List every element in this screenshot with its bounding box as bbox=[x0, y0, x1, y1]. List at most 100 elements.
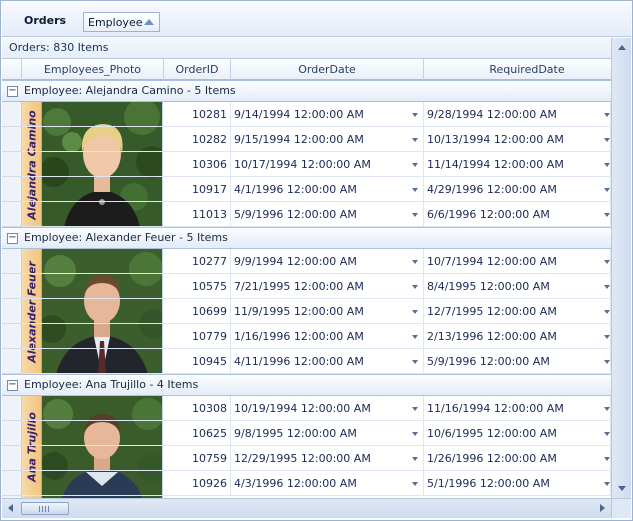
required-date-cell[interactable]: 11/14/1994 12:00:00 AM bbox=[424, 152, 611, 177]
required-date-cell[interactable]: 6/6/1996 12:00:00 AM bbox=[424, 202, 611, 227]
order-id-cell[interactable]: 10308 bbox=[164, 396, 231, 421]
order-id-cell[interactable]: 10759 bbox=[164, 446, 231, 471]
required-date-cell[interactable]: 10/13/1994 12:00:00 AM bbox=[424, 127, 611, 152]
row-selector[interactable] bbox=[2, 102, 22, 127]
required-date-cell[interactable]: 10/6/1995 12:00:00 AM bbox=[424, 421, 611, 446]
dropdown-arrow-icon[interactable] bbox=[412, 482, 418, 486]
group-row-alexander-feuer[interactable]: − Employee: Alexander Feuer - 5 Items bbox=[2, 227, 611, 249]
order-date-cell[interactable]: 4/1/1996 12:00:00 AM bbox=[231, 177, 424, 202]
order-date-cell[interactable]: 9/8/1995 12:00:00 AM bbox=[231, 421, 424, 446]
group-by-employee-chip[interactable]: Employee bbox=[83, 12, 160, 32]
dropdown-arrow-icon[interactable] bbox=[412, 432, 418, 436]
dropdown-arrow-icon[interactable] bbox=[604, 260, 610, 264]
table-row[interactable]: 10759 12/29/1995 12:00:00 AM 1/26/1996 1… bbox=[2, 446, 611, 471]
row-selector[interactable] bbox=[2, 471, 22, 496]
row-selector[interactable] bbox=[2, 446, 22, 471]
order-date-cell[interactable]: 1/16/1996 12:00:00 AM bbox=[231, 324, 424, 349]
order-id-cell[interactable]: 10277 bbox=[164, 249, 231, 274]
order-date-cell[interactable]: 10/17/1994 12:00:00 AM bbox=[231, 152, 424, 177]
table-row[interactable]: 11013 5/9/1996 12:00:00 AM 6/6/1996 12:0… bbox=[2, 202, 611, 227]
required-date-cell[interactable]: 5/9/1996 12:00:00 AM bbox=[424, 349, 611, 374]
required-date-cell[interactable]: 11/16/1994 12:00:00 AM bbox=[424, 396, 611, 421]
dropdown-arrow-icon[interactable] bbox=[412, 188, 418, 192]
dropdown-arrow-icon[interactable] bbox=[604, 457, 610, 461]
row-selector[interactable] bbox=[2, 152, 22, 177]
column-header-requireddate[interactable]: RequiredDate bbox=[424, 59, 611, 80]
horizontal-scroll-thumb[interactable] bbox=[21, 502, 69, 515]
table-row[interactable]: 10306 10/17/1994 12:00:00 AM 11/14/1994 … bbox=[2, 152, 611, 177]
order-date-cell[interactable]: 12/29/1995 12:00:00 AM bbox=[231, 446, 424, 471]
order-id-cell[interactable]: 10917 bbox=[164, 177, 231, 202]
dropdown-arrow-icon[interactable] bbox=[604, 213, 610, 217]
table-row[interactable]: 10282 9/15/1994 12:00:00 AM 10/13/1994 1… bbox=[2, 127, 611, 152]
table-row[interactable]: 10699 11/9/1995 12:00:00 AM 12/7/1995 12… bbox=[2, 299, 611, 324]
dropdown-arrow-icon[interactable] bbox=[412, 163, 418, 167]
table-row[interactable]: 10281 9/14/1994 12:00:00 AM 9/28/1994 12… bbox=[2, 102, 611, 127]
dropdown-arrow-icon[interactable] bbox=[604, 138, 610, 142]
row-selector[interactable] bbox=[2, 299, 22, 324]
order-id-cell[interactable]: 10779 bbox=[164, 324, 231, 349]
collapse-icon[interactable]: − bbox=[7, 380, 18, 391]
dropdown-arrow-icon[interactable] bbox=[604, 335, 610, 339]
dropdown-arrow-icon[interactable] bbox=[604, 360, 610, 364]
table-row[interactable]: 10277 9/9/1994 12:00:00 AM 10/7/1994 12:… bbox=[2, 249, 611, 274]
dropdown-arrow-icon[interactable] bbox=[412, 213, 418, 217]
dropdown-arrow-icon[interactable] bbox=[604, 310, 610, 314]
order-date-cell[interactable]: 11/9/1995 12:00:00 AM bbox=[231, 299, 424, 324]
dropdown-arrow-icon[interactable] bbox=[412, 407, 418, 411]
order-date-cell[interactable]: 4/3/1996 12:00:00 AM bbox=[231, 471, 424, 496]
collapse-icon[interactable]: − bbox=[7, 86, 18, 97]
order-date-cell[interactable]: 10/19/1994 12:00:00 AM bbox=[231, 396, 424, 421]
required-date-cell[interactable]: 2/13/1996 12:00:00 AM bbox=[424, 324, 611, 349]
order-id-cell[interactable]: 10926 bbox=[164, 471, 231, 496]
dropdown-arrow-icon[interactable] bbox=[604, 188, 610, 192]
table-row[interactable]: 10945 4/11/1996 12:00:00 AM 5/9/1996 12:… bbox=[2, 349, 611, 374]
scroll-up-icon[interactable] bbox=[612, 38, 631, 56]
required-date-cell[interactable]: 12/7/1995 12:00:00 AM bbox=[424, 299, 611, 324]
dropdown-arrow-icon[interactable] bbox=[604, 482, 610, 486]
row-selector[interactable] bbox=[2, 249, 22, 274]
dropdown-arrow-icon[interactable] bbox=[412, 457, 418, 461]
row-selector[interactable] bbox=[2, 349, 22, 374]
order-id-cell[interactable]: 10306 bbox=[164, 152, 231, 177]
table-row[interactable]: 10917 4/1/1996 12:00:00 AM 4/29/1996 12:… bbox=[2, 177, 611, 202]
order-date-cell[interactable]: 9/14/1994 12:00:00 AM bbox=[231, 102, 424, 127]
row-selector[interactable] bbox=[2, 274, 22, 299]
order-id-cell[interactable]: 10282 bbox=[164, 127, 231, 152]
order-id-cell[interactable]: 10945 bbox=[164, 349, 231, 374]
order-date-cell[interactable]: 9/9/1994 12:00:00 AM bbox=[231, 249, 424, 274]
required-date-cell[interactable]: 8/4/1995 12:00:00 AM bbox=[424, 274, 611, 299]
group-row-alejandra-camino[interactable]: − Employee: Alejandra Camino - 5 Items bbox=[2, 80, 611, 102]
row-selector[interactable] bbox=[2, 324, 22, 349]
dropdown-arrow-icon[interactable] bbox=[604, 432, 610, 436]
order-id-cell[interactable]: 10625 bbox=[164, 421, 231, 446]
dropdown-arrow-icon[interactable] bbox=[604, 113, 610, 117]
required-date-cell[interactable]: 5/1/1996 12:00:00 AM bbox=[424, 471, 611, 496]
order-date-cell[interactable]: 4/11/1996 12:00:00 AM bbox=[231, 349, 424, 374]
row-selector[interactable] bbox=[2, 127, 22, 152]
table-row[interactable]: 10926 4/3/1996 12:00:00 AM 5/1/1996 12:0… bbox=[2, 471, 611, 496]
table-row[interactable]: 10575 7/21/1995 12:00:00 AM 8/4/1995 12:… bbox=[2, 274, 611, 299]
dropdown-arrow-icon[interactable] bbox=[412, 138, 418, 142]
scroll-right-icon[interactable] bbox=[593, 499, 611, 518]
dropdown-arrow-icon[interactable] bbox=[604, 285, 610, 289]
order-date-cell[interactable]: 5/9/1996 12:00:00 AM bbox=[231, 202, 424, 227]
row-selector[interactable] bbox=[2, 177, 22, 202]
scroll-down-icon[interactable] bbox=[612, 480, 631, 498]
dropdown-arrow-icon[interactable] bbox=[412, 285, 418, 289]
dropdown-arrow-icon[interactable] bbox=[604, 407, 610, 411]
dropdown-arrow-icon[interactable] bbox=[412, 360, 418, 364]
required-date-cell[interactable]: 4/29/1996 12:00:00 AM bbox=[424, 177, 611, 202]
order-date-cell[interactable]: 9/15/1994 12:00:00 AM bbox=[231, 127, 424, 152]
dropdown-arrow-icon[interactable] bbox=[412, 260, 418, 264]
order-id-cell[interactable]: 10575 bbox=[164, 274, 231, 299]
required-date-cell[interactable]: 10/7/1994 12:00:00 AM bbox=[424, 249, 611, 274]
order-id-cell[interactable]: 10281 bbox=[164, 102, 231, 127]
required-date-cell[interactable]: 9/28/1994 12:00:00 AM bbox=[424, 102, 611, 127]
column-header-photo[interactable]: Employees_Photo bbox=[22, 59, 164, 80]
collapse-icon[interactable]: − bbox=[7, 233, 18, 244]
horizontal-scrollbar[interactable] bbox=[2, 498, 611, 518]
dropdown-arrow-icon[interactable] bbox=[604, 163, 610, 167]
row-selector[interactable] bbox=[2, 202, 22, 227]
column-header-orderdate[interactable]: OrderDate bbox=[231, 59, 424, 80]
